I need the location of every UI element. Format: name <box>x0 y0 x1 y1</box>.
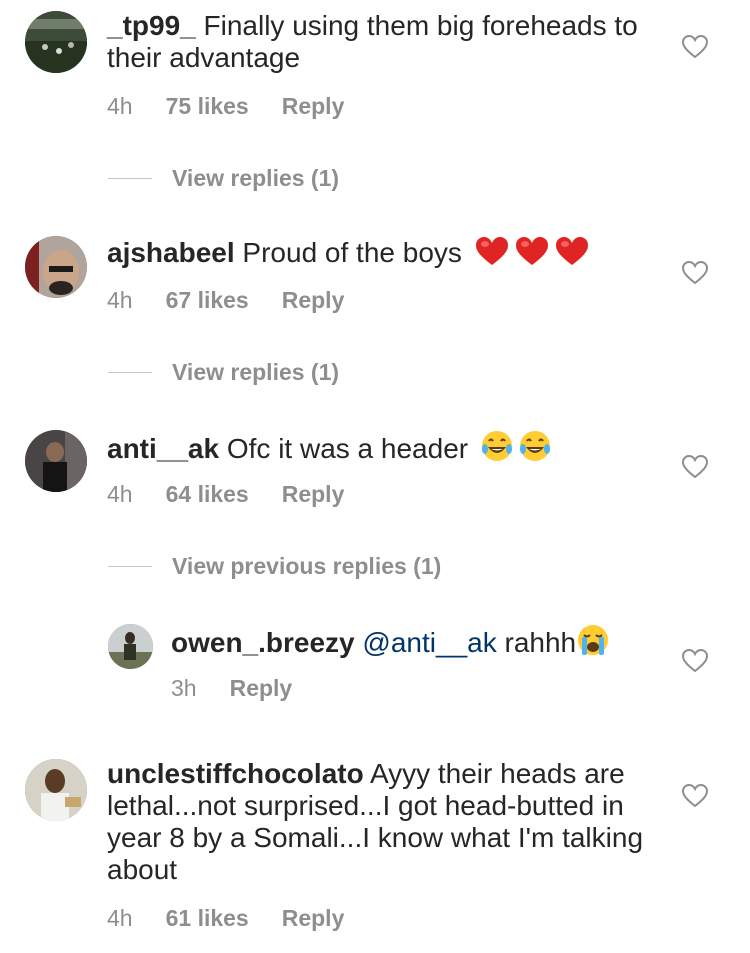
tears-of-joy-icon <box>480 429 514 470</box>
likes-count[interactable]: 67 likes <box>166 287 249 314</box>
reply-button[interactable]: Reply <box>282 481 345 508</box>
reply-meta: 3h Reply <box>171 675 292 702</box>
avatar[interactable] <box>25 236 87 298</box>
mention-link[interactable]: @anti__ak <box>362 627 496 658</box>
comment-age: 4h <box>107 93 133 119</box>
username-link[interactable]: anti__ak <box>107 433 219 464</box>
red-heart-icon <box>514 235 550 274</box>
comment-age: 4h <box>107 287 133 313</box>
reply-text: owen_.breezy @anti__ak rahhh <box>171 623 651 664</box>
avatar[interactable] <box>108 624 153 669</box>
comment-text: unclestiffchocolato Ayyy their heads are… <box>107 758 647 886</box>
view-replies-button[interactable]: View replies (1) <box>108 359 339 386</box>
comment-body: Ofc it was a header <box>226 433 469 464</box>
username-link[interactable]: unclestiffchocolato <box>107 758 364 789</box>
tears-of-joy-icon <box>518 429 552 470</box>
heart-icon[interactable] <box>681 260 709 285</box>
red-heart-icon <box>474 235 510 274</box>
red-heart-icon <box>554 235 590 274</box>
likes-count[interactable]: 61 likes <box>166 905 249 932</box>
loudly-crying-face-icon <box>576 623 610 664</box>
comment-text: ajshabeel Proud of the boys <box>107 235 667 274</box>
comment-age: 3h <box>171 675 197 701</box>
username-link[interactable]: owen_.breezy <box>171 627 355 658</box>
view-replies-label[interactable]: View previous replies (1) <box>172 553 441 580</box>
comment-text: anti__ak Ofc it was a header <box>107 429 667 470</box>
comment-age: 4h <box>107 905 133 931</box>
comment-meta: 4h 64 likes Reply <box>107 481 344 508</box>
avatar[interactable] <box>25 430 87 492</box>
divider-line <box>108 566 152 567</box>
comment-body: rahhh <box>504 627 577 658</box>
avatar[interactable] <box>25 759 87 821</box>
divider-line <box>108 178 152 179</box>
comment-text: _tp99_ Finally using them big foreheads … <box>107 10 667 74</box>
likes-count[interactable]: 64 likes <box>166 481 249 508</box>
reply-button[interactable]: Reply <box>230 675 293 702</box>
view-replies-button[interactable]: View replies (1) <box>108 165 339 192</box>
comment-body: Proud of the boys <box>242 237 462 268</box>
username-link[interactable]: ajshabeel <box>107 237 235 268</box>
view-replies-label[interactable]: View replies (1) <box>172 359 339 386</box>
comment-age: 4h <box>107 481 133 507</box>
heart-icon[interactable] <box>681 454 709 479</box>
view-replies-label[interactable]: View replies (1) <box>172 165 339 192</box>
reply-button[interactable]: Reply <box>282 93 345 120</box>
reply-button[interactable]: Reply <box>282 287 345 314</box>
heart-icon[interactable] <box>681 648 709 673</box>
comment-meta: 4h 67 likes Reply <box>107 287 344 314</box>
divider-line <box>108 372 152 373</box>
likes-count[interactable]: 75 likes <box>166 93 249 120</box>
comment-meta: 4h 75 likes Reply <box>107 93 344 120</box>
heart-icon[interactable] <box>681 34 709 59</box>
avatar[interactable] <box>25 11 87 73</box>
reply-button[interactable]: Reply <box>282 905 345 932</box>
comment-meta: 4h 61 likes Reply <box>107 905 344 932</box>
view-previous-replies-button[interactable]: View previous replies (1) <box>108 553 441 580</box>
username-link[interactable]: _tp99_ <box>107 10 196 41</box>
heart-icon[interactable] <box>681 783 709 808</box>
